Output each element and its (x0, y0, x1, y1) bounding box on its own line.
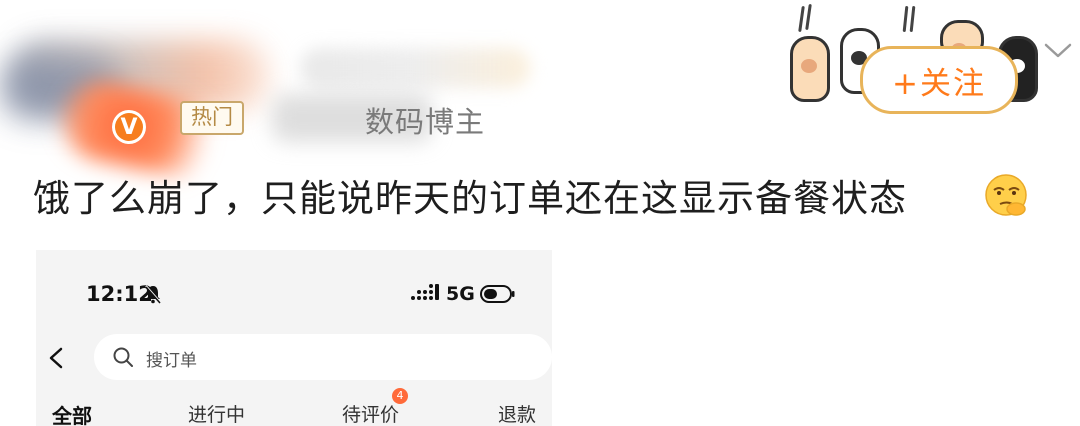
search-icon (113, 347, 133, 367)
tab-in-progress[interactable]: 进行中 (188, 400, 245, 426)
chevron-down-icon[interactable] (1043, 41, 1073, 61)
battery-icon (480, 285, 515, 303)
paw-icon (790, 36, 830, 102)
tab-refund[interactable]: 退款 (498, 400, 536, 426)
order-app-screenshot: 12:12 5G 搜订单 全部 进行中 待评价 4 退款 (36, 250, 552, 426)
bell-muted-icon (145, 285, 161, 304)
order-search-input[interactable]: 搜订单 (94, 334, 552, 380)
author-meta-text: 数码博主 (365, 105, 486, 139)
author-avatar-blurred[interactable] (0, 10, 310, 187)
hot-tag: 热门 (180, 101, 244, 135)
status-time: 12:12 (86, 282, 153, 306)
back-arrow-icon[interactable] (46, 346, 66, 370)
search-placeholder: 搜订单 (146, 351, 197, 371)
follow-button[interactable]: +关注 (860, 46, 1018, 114)
verified-badge-icon: V (112, 110, 146, 144)
signal-icon (411, 284, 439, 300)
author-name-blurred[interactable] (300, 48, 530, 88)
post-text: 饿了么崩了，只能说昨天的订单还在这显示备餐状态 (33, 177, 907, 220)
tab-badge: 4 (392, 388, 408, 404)
tab-all[interactable]: 全部 (52, 400, 92, 426)
network-label: 5G (446, 283, 475, 305)
tab-to-review[interactable]: 待评价 (342, 400, 399, 426)
thinking-face-emoji-icon (985, 174, 1027, 216)
